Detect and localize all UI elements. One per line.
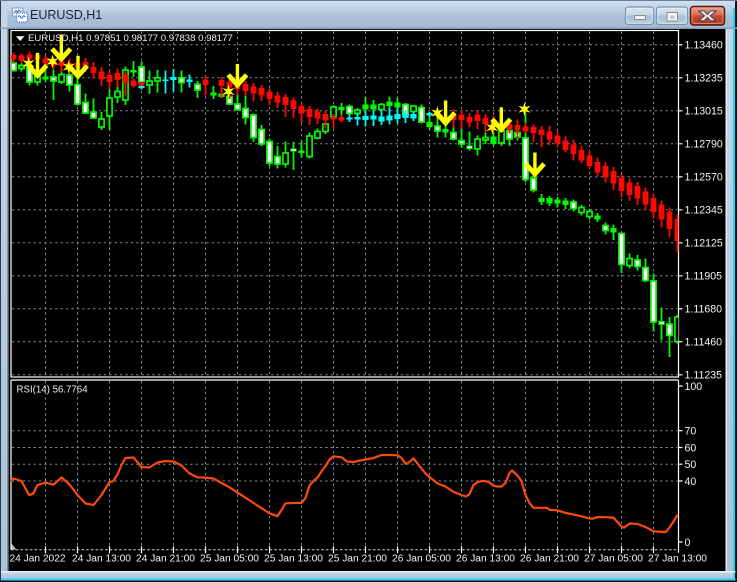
svg-text:1.11680: 1.11680: [685, 304, 723, 316]
svg-text:27 Jan 05:00: 27 Jan 05:00: [584, 553, 643, 564]
svg-text:70: 70: [685, 426, 697, 438]
svg-text:EURUSD,H1 0.97851 0.98177 0.9: EURUSD,H1 0.97851 0.98177 0.97838 0.9817…: [28, 33, 233, 44]
svg-text:1.11460: 1.11460: [685, 337, 723, 349]
svg-text:1.12125: 1.12125: [685, 238, 723, 250]
svg-text:26 Jan 21:00: 26 Jan 21:00: [520, 553, 579, 564]
svg-text:0: 0: [685, 537, 691, 549]
svg-text:1.13460: 1.13460: [685, 40, 723, 52]
svg-text:1.11905: 1.11905: [685, 271, 723, 283]
svg-text:1.13015: 1.13015: [685, 106, 723, 118]
svg-text:1.12345: 1.12345: [685, 205, 723, 217]
svg-text:24 Jan 13:00: 24 Jan 13:00: [72, 553, 131, 564]
svg-text:RSI(14) 56.7764: RSI(14) 56.7764: [17, 385, 89, 396]
svg-text:26 Jan 13:00: 26 Jan 13:00: [456, 553, 515, 564]
svg-text:26 Jan 05:00: 26 Jan 05:00: [392, 553, 451, 564]
svg-text:25 Jan 13:00: 25 Jan 13:00: [264, 553, 323, 564]
svg-text:1.11235: 1.11235: [685, 370, 723, 382]
svg-text:40: 40: [685, 476, 697, 488]
svg-text:1.12790: 1.12790: [685, 139, 723, 151]
svg-text:24 Jan 21:00: 24 Jan 21:00: [136, 553, 195, 564]
svg-text:50: 50: [685, 459, 697, 471]
svg-text:100: 100: [685, 381, 703, 393]
svg-text:25 Jan 21:00: 25 Jan 21:00: [328, 553, 387, 564]
svg-text:25 Jan 05:00: 25 Jan 05:00: [200, 553, 259, 564]
svg-text:60: 60: [685, 442, 697, 454]
svg-text:EURUSD,H1: EURUSD,H1: [30, 8, 102, 22]
svg-text:27 Jan 13:00: 27 Jan 13:00: [648, 553, 707, 564]
svg-text:1.12570: 1.12570: [685, 172, 723, 184]
svg-text:1.13235: 1.13235: [685, 73, 723, 85]
svg-text:24 Jan 2022: 24 Jan 2022: [9, 553, 65, 564]
